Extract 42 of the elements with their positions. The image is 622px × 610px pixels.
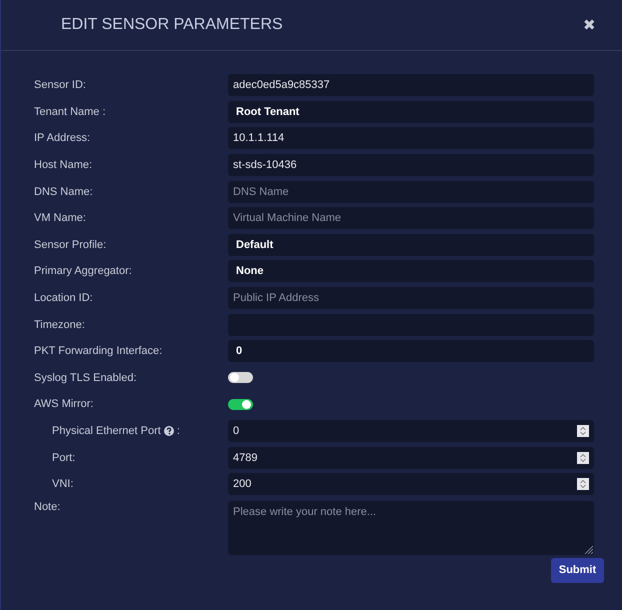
- field-label: Syslog TLS Enabled:: [34, 372, 137, 384]
- input-field[interactable]: adec0ed5a9c85337: [228, 74, 594, 96]
- spinner-icon[interactable]: [577, 478, 589, 490]
- number-field[interactable]: 200: [228, 473, 594, 496]
- input-field[interactable]: st-sds-10436: [228, 154, 594, 176]
- field-label: VM Name:: [34, 212, 86, 224]
- submit-button[interactable]: Submit: [551, 558, 604, 582]
- spinner-icon[interactable]: [577, 425, 589, 438]
- input-field[interactable]: Default: [228, 234, 594, 256]
- resize-grip-icon[interactable]: [584, 544, 593, 554]
- field-label: Location ID:: [34, 292, 93, 304]
- input-field[interactable]: Virtual Machine Name: [228, 207, 594, 230]
- spinner-icon[interactable]: [577, 452, 589, 464]
- field-label: Sensor ID:: [34, 79, 86, 92]
- label-colon: :: [176, 425, 180, 438]
- field-label: PKT Forwarding Interface:: [34, 345, 162, 358]
- input-field[interactable]: Public IP Address: [228, 287, 594, 310]
- input-field[interactable]: Root Tenant: [228, 100, 594, 123]
- help-icon[interactable]: [164, 426, 174, 436]
- input-field[interactable]: 10.1.1.114: [228, 127, 594, 150]
- field-label: Host Name:: [34, 159, 92, 172]
- toggle-switch[interactable]: [228, 398, 253, 410]
- toggle-switch[interactable]: [228, 372, 253, 384]
- input-field[interactable]: DNS Name: [228, 180, 594, 203]
- note-field[interactable]: Please write your note here...: [228, 500, 594, 554]
- field-label: Physical Ethernet Port: [52, 425, 161, 438]
- field-label: Timezone:: [34, 318, 85, 331]
- field-label: AWS Mirror:: [34, 398, 94, 410]
- number-field[interactable]: 4789: [228, 446, 594, 469]
- dialog-title: EDIT SENSOR PARAMETERS: [61, 16, 283, 34]
- field-label: VNI:: [52, 478, 74, 490]
- field-label: Port:: [52, 452, 76, 464]
- field-label: Tenant Name :: [34, 106, 106, 118]
- field-label: Primary Aggregator:: [34, 265, 132, 278]
- input-field[interactable]: None: [228, 260, 594, 282]
- field-label: Note:: [34, 500, 60, 512]
- number-field[interactable]: 0: [228, 420, 594, 442]
- close-button[interactable]: ✖: [583, 16, 596, 34]
- input-field[interactable]: 0: [228, 340, 594, 362]
- field-label: IP Address:: [34, 132, 90, 144]
- field-label: DNS Name:: [34, 186, 93, 198]
- field-label: Sensor Profile:: [34, 238, 106, 251]
